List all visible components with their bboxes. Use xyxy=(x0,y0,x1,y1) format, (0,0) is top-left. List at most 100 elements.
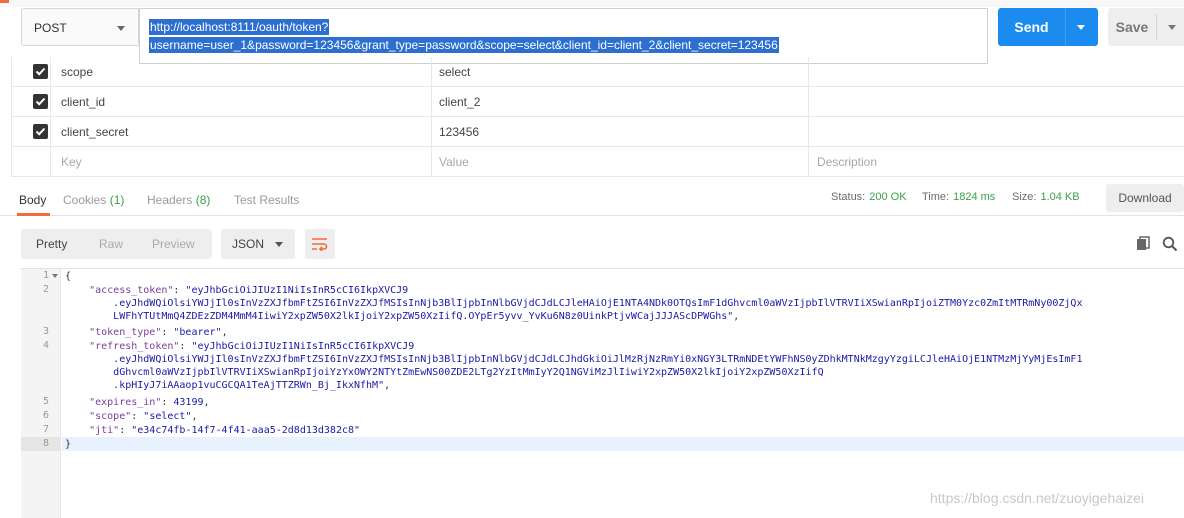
param-checkbox[interactable] xyxy=(33,124,48,139)
top-strip xyxy=(0,0,1184,7)
size-info: Size: 1.04 KB xyxy=(1012,191,1080,203)
json-key: "refresh_token" xyxy=(89,341,180,352)
copy-icon[interactable] xyxy=(1136,236,1152,252)
json-string: "bearer" xyxy=(173,327,222,338)
search-icon[interactable] xyxy=(1162,236,1178,252)
param-key[interactable]: client_secret xyxy=(61,125,128,139)
param-checkbox[interactable] xyxy=(33,64,48,79)
line-number: 2 xyxy=(42,284,49,295)
save-options-chevron-icon[interactable] xyxy=(1168,25,1176,30)
code-line: "token_type": "bearer", xyxy=(89,327,228,338)
download-button[interactable]: Download xyxy=(1106,184,1184,212)
column-divider xyxy=(808,57,809,87)
code-line: .eyJhdWQiOlsiYWJjIl0sInVzZXJfbmFtZSI6InV… xyxy=(65,297,1082,310)
send-divider xyxy=(1065,8,1066,46)
tab-headers[interactable]: Headers (8) xyxy=(147,193,210,207)
param-checkbox[interactable] xyxy=(33,94,48,109)
code-line: dGhvcml0aWVzIjpbIlVTRVIiXSwianRpIjoiYzYx… xyxy=(65,366,824,379)
line-number: 5 xyxy=(42,396,49,407)
param-description-placeholder[interactable]: Description xyxy=(817,155,877,169)
watermark: https://blog.csdn.net/zuoyigehaizei xyxy=(930,490,1145,506)
json-string: "eyJhbGciOiJIUzI1NiIsInR5cCI6IkpXVCJ9 xyxy=(191,341,415,352)
json-string: .eyJhdWQiOlsiYWJjIl0sInVzZXJfbmFtZSI6InV… xyxy=(113,298,1083,309)
tab-headers-count: (8) xyxy=(195,193,211,207)
open-brace: { xyxy=(65,271,72,282)
code-line: "jti": "e34c74fb-14f7-4f41-aaa5-2d8d13d3… xyxy=(89,425,361,436)
code-line: LWFhYTUtMmQ4ZDEzZDM4MmM4IiwiY2xpZW50X2lk… xyxy=(113,311,740,322)
column-divider xyxy=(431,117,432,147)
method-select[interactable]: POST xyxy=(21,8,139,46)
method-label: POST xyxy=(34,21,67,35)
tab-body[interactable]: Body xyxy=(19,193,46,207)
column-divider xyxy=(808,147,809,177)
line-number: 4 xyxy=(42,340,49,351)
param-row: client_secret 123456 xyxy=(11,117,1184,147)
save-button[interactable]: Save xyxy=(1108,8,1184,46)
code-line: .kpHIyJ7iAAaop1vuCGCQA1TeAjTTZRWn_Bj_Ikx… xyxy=(113,380,391,391)
size-value: 1.04 KB xyxy=(1040,191,1080,203)
column-divider xyxy=(431,87,432,117)
param-checkbox-cell xyxy=(11,147,51,177)
param-value[interactable]: select xyxy=(439,65,470,79)
param-key-placeholder[interactable]: Key xyxy=(61,155,82,169)
json-string: "eyJhbGciOiJIUzI1NiIsInR5cCI6IkpXVCJ9 xyxy=(185,285,409,296)
json-string: LWFhYTUtMmQ4ZDEzZDM4MmM4IiwiY2xpZW50X2lk… xyxy=(113,311,734,322)
line-number: 7 xyxy=(42,424,49,435)
fold-arrow-icon[interactable] xyxy=(52,274,58,278)
code-line: "access_token": "eyJhbGciOiJIUzI1NiIsInR… xyxy=(89,285,409,296)
line-number: 6 xyxy=(42,410,49,421)
json-key: "token_type" xyxy=(89,327,162,338)
size-label: Size: xyxy=(1012,191,1037,203)
tab-cookies[interactable]: Cookies (1) xyxy=(63,193,124,207)
format-select[interactable]: JSON xyxy=(221,229,295,259)
send-options-chevron-icon[interactable] xyxy=(1077,25,1085,30)
url-input[interactable]: http://localhost:8111/oauth/token? usern… xyxy=(139,8,988,64)
code-line: } xyxy=(65,438,71,451)
code-line: .eyJhdWQiOlsiYWJjIl0sInVzZXJfbmFtZSI6InV… xyxy=(65,353,1082,366)
code-line: "refresh_token": "eyJhbGciOiJIUzI1NiIsIn… xyxy=(89,341,415,352)
param-value-placeholder[interactable]: Value xyxy=(439,155,469,169)
tab-test-results[interactable]: Test Results xyxy=(234,193,299,207)
json-key: "access_token" xyxy=(89,285,174,296)
json-string: dGhvcml0aWVzIjpbIlVTRVIiXSwianRpIjoiYzYx… xyxy=(113,367,824,378)
param-value[interactable]: client_2 xyxy=(439,95,480,109)
preview-button[interactable]: Preview xyxy=(152,237,195,251)
wrap-lines-button[interactable] xyxy=(305,229,335,259)
close-brace: } xyxy=(65,439,72,450)
save-divider xyxy=(1156,14,1157,40)
json-number: 43199 xyxy=(173,397,204,408)
code-line: "scope": "select", xyxy=(89,411,198,422)
url-line-1: http://localhost:8111/oauth/token? xyxy=(149,19,330,35)
json-string: "select" xyxy=(143,411,192,422)
json-key: "jti" xyxy=(89,425,120,436)
column-divider xyxy=(431,147,432,177)
json-key: "expires_in" xyxy=(89,397,162,408)
response-tabs: Body Cookies (1) Headers (8) Test Result… xyxy=(0,180,1184,216)
time-value: 1824 ms xyxy=(953,191,996,203)
time-label: Time: xyxy=(922,191,950,203)
param-key[interactable]: client_id xyxy=(61,95,105,109)
tab-indicator xyxy=(0,0,9,3)
column-divider xyxy=(808,117,809,147)
active-tab-underline xyxy=(17,213,50,216)
raw-button[interactable]: Raw xyxy=(99,237,123,251)
tab-cookies-label: Cookies xyxy=(63,193,107,207)
column-divider xyxy=(431,57,432,87)
json-key: "scope" xyxy=(89,411,132,422)
time-info: Time: 1824 ms xyxy=(922,191,995,203)
response-body-editor[interactable]: 1 2 3 4 5 6 7 8 { "access_token": "eyJhb… xyxy=(21,268,1184,518)
wrap-icon xyxy=(312,238,328,251)
format-label: JSON xyxy=(232,237,265,251)
send-button[interactable]: Send xyxy=(998,8,1098,46)
json-string: "e34c74fb-14f7-4f41-aaa5-2d8d13d382c8" xyxy=(131,425,361,436)
column-divider xyxy=(808,87,809,117)
param-key[interactable]: scope xyxy=(61,65,93,79)
pretty-button[interactable]: Pretty xyxy=(36,237,67,251)
url-line-2: username=user_1&password=123456&grant_ty… xyxy=(149,37,779,53)
active-line-highlight xyxy=(62,437,1184,451)
code-line: "expires_in": 43199, xyxy=(89,397,210,408)
status-label: Status: xyxy=(831,191,866,203)
param-value[interactable]: 123456 xyxy=(439,125,479,139)
status-info: Status: 200 OK xyxy=(831,191,907,203)
line-number: 1 xyxy=(42,270,49,281)
